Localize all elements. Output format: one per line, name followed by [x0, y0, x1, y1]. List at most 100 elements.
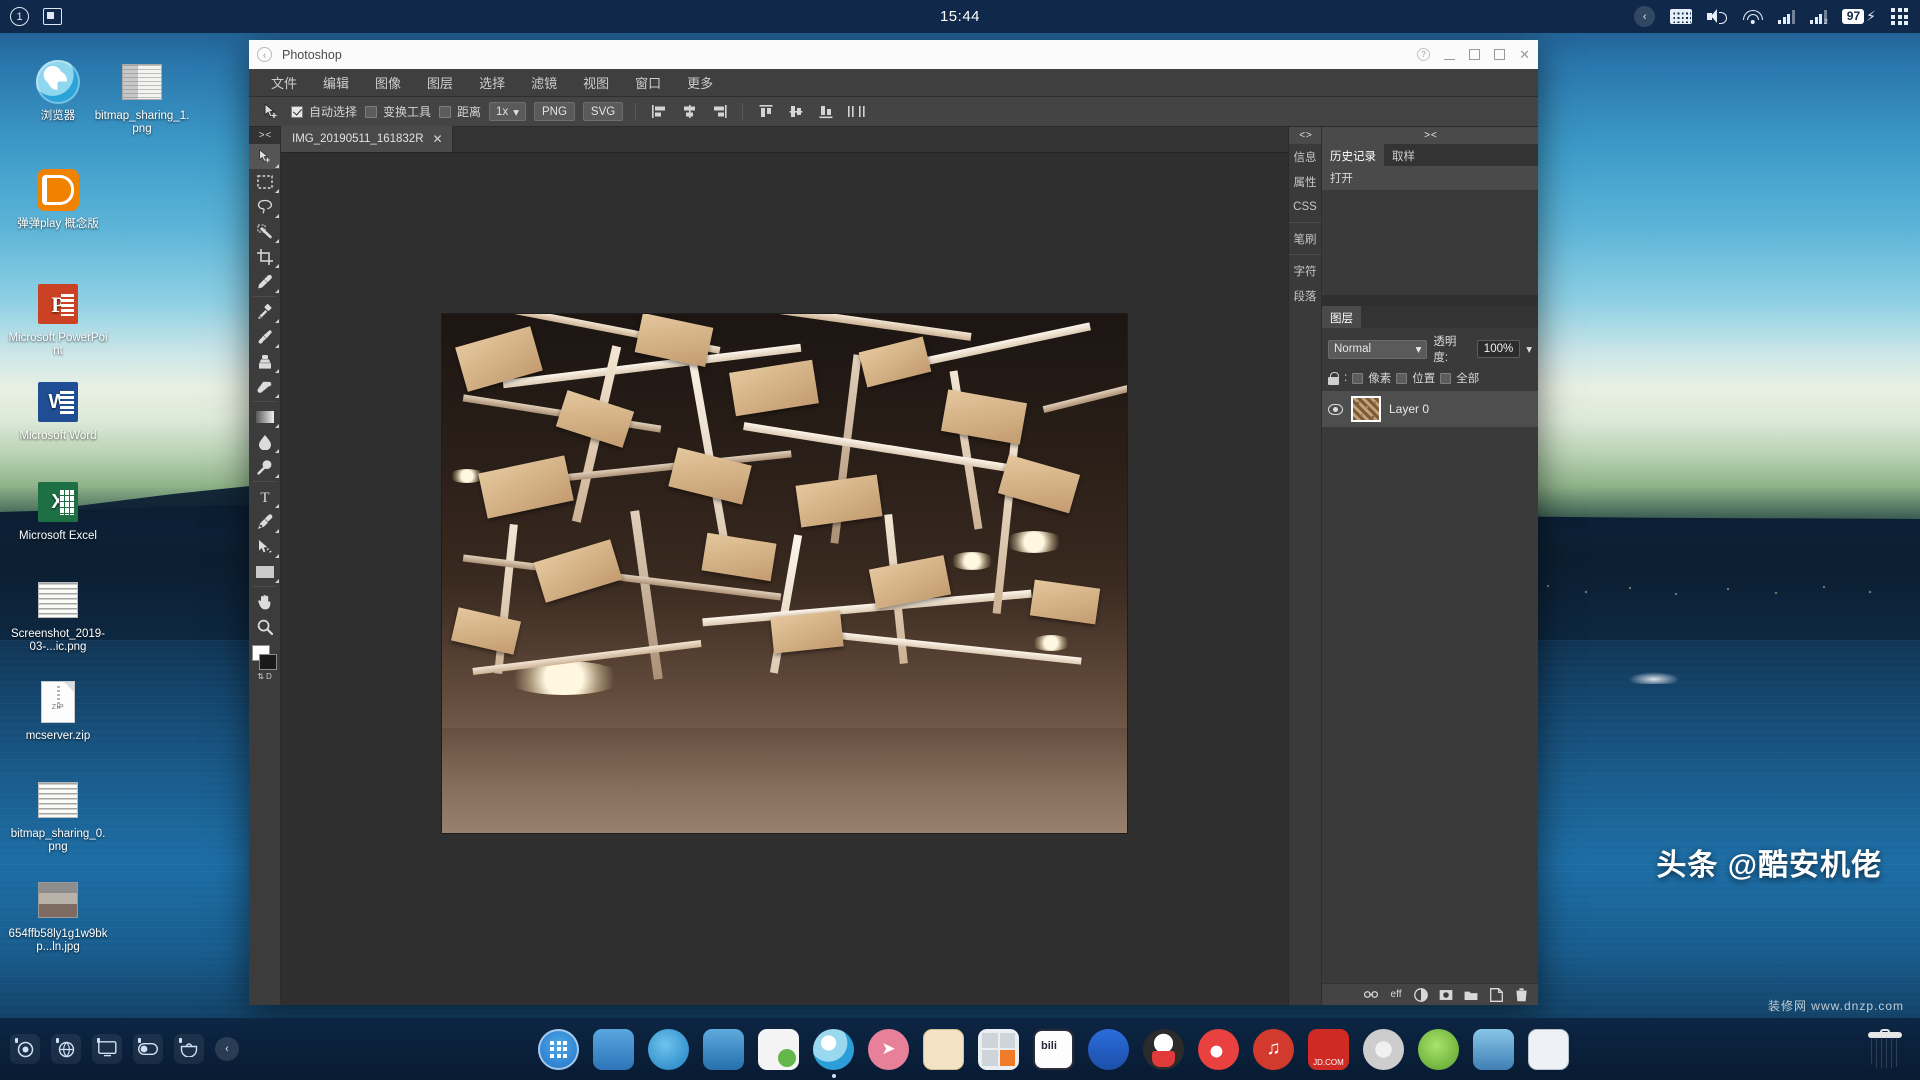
bag-icon[interactable]: [174, 1034, 204, 1064]
auto-select-checkbox[interactable]: [291, 106, 303, 118]
lock-all-checkbox[interactable]: [1440, 373, 1451, 384]
color-swatches[interactable]: [252, 645, 278, 671]
eraser-tool[interactable]: [249, 374, 280, 399]
rectangle-tool[interactable]: [249, 559, 280, 584]
gradient-tool[interactable]: [249, 404, 280, 429]
close-icon[interactable]: ✕: [1519, 47, 1530, 63]
menu-window[interactable]: 窗口: [623, 69, 673, 96]
layer-row[interactable]: Layer 0: [1322, 390, 1538, 428]
lock-position-checkbox[interactable]: [1396, 373, 1407, 384]
maximize-icon[interactable]: [1469, 49, 1480, 60]
brush-tool[interactable]: [249, 324, 280, 349]
trash-icon[interactable]: [1868, 1030, 1902, 1068]
auto-select-option[interactable]: 自动选择: [291, 103, 357, 120]
panel-tab-brush[interactable]: 笔刷: [1289, 226, 1321, 251]
taskbar-collapse-icon[interactable]: ‹: [215, 1037, 239, 1061]
screencast-icon[interactable]: [92, 1034, 122, 1064]
history-item-open[interactable]: 打开: [1322, 166, 1538, 190]
distribute-horizontal-icon[interactable]: [845, 102, 867, 122]
layer-mask-icon[interactable]: [1439, 988, 1453, 1002]
phone-icon[interactable]: [1418, 1029, 1459, 1070]
export-svg-button[interactable]: SVG: [583, 102, 623, 121]
menu-file[interactable]: 文件: [259, 69, 309, 96]
menu-image[interactable]: 图像: [363, 69, 413, 96]
desktop-icon-screenshot[interactable]: Screenshot_2019-03-...ic.png: [8, 578, 108, 654]
back-arrow-icon[interactable]: ‹: [257, 47, 272, 62]
hand-tool[interactable]: [249, 589, 280, 614]
history-panel-collapse-button[interactable]: > <: [1322, 127, 1538, 144]
toggle-icon[interactable]: [133, 1034, 163, 1064]
baidu-icon[interactable]: [1088, 1029, 1129, 1070]
type-tool[interactable]: T: [249, 484, 280, 509]
qq-icon[interactable]: [1143, 1029, 1184, 1070]
desktop-icon-dandanplay[interactable]: 弹弹play 概念版: [8, 168, 108, 231]
wifi-icon[interactable]: [1742, 9, 1763, 24]
restore-icon[interactable]: [1494, 49, 1505, 60]
signal-bars-2-icon[interactable]: 2: [1810, 10, 1827, 24]
desktop-icon-word[interactable]: W Microsoft Word: [8, 380, 108, 443]
document-tab[interactable]: IMG_20190511_161832R ✕: [281, 126, 453, 152]
default-colors-icon[interactable]: D: [266, 672, 272, 681]
anime-icon[interactable]: [1473, 1029, 1514, 1070]
new-layer-icon[interactable]: [1489, 988, 1503, 1002]
menu-select[interactable]: 选择: [467, 69, 517, 96]
export-png-button[interactable]: PNG: [534, 102, 575, 121]
move-tool[interactable]: [249, 144, 280, 169]
wps-office-icon[interactable]: [758, 1029, 799, 1070]
volume-icon[interactable]: [1707, 9, 1727, 24]
align-top-icon[interactable]: [755, 102, 777, 122]
menu-layer[interactable]: 图层: [415, 69, 465, 96]
tab-layers[interactable]: 图层: [1322, 306, 1361, 328]
desktop-icon-mcserver-zip[interactable]: mcserver.zip: [8, 680, 108, 743]
close-icon[interactable]: ✕: [433, 132, 443, 146]
calculator-icon[interactable]: [978, 1029, 1019, 1070]
tab-sampling[interactable]: 取样: [1384, 144, 1423, 166]
desktop-icon-excel[interactable]: X Microsoft Excel: [8, 480, 108, 543]
browser-icon[interactable]: [813, 1029, 854, 1070]
signal-bars-icon[interactable]: [1778, 10, 1795, 24]
desktop-icon-bitmap-sharing-1[interactable]: bitmap_sharing_1.png: [92, 60, 192, 136]
launcher-grid-icon[interactable]: [538, 1029, 579, 1070]
display-icon[interactable]: [703, 1029, 744, 1070]
weibo-icon[interactable]: [1198, 1029, 1239, 1070]
move-tool-icon[interactable]: [257, 101, 283, 123]
tab-history[interactable]: 历史记录: [1322, 144, 1384, 166]
zoom-tool[interactable]: [249, 614, 280, 639]
new-group-icon[interactable]: [1464, 988, 1478, 1002]
minimize-icon[interactable]: [1444, 49, 1455, 60]
panel-tab-character[interactable]: 字符: [1289, 258, 1321, 283]
lock-pixels-checkbox[interactable]: [1352, 373, 1363, 384]
editor-icon[interactable]: [1528, 1029, 1569, 1070]
tools-collapse-button[interactable]: > <: [249, 127, 280, 144]
menu-more[interactable]: 更多: [675, 69, 725, 96]
transform-checkbox[interactable]: [365, 106, 377, 118]
background-color-swatch[interactable]: [259, 654, 277, 670]
settings-icon[interactable]: [1363, 1029, 1404, 1070]
panel-tab-paragraph[interactable]: 段落: [1289, 283, 1321, 308]
blend-mode-select[interactable]: Normal ▾: [1328, 340, 1427, 359]
right-dock-collapse-button[interactable]: < >: [1289, 127, 1321, 144]
magic-wand-tool[interactable]: [249, 219, 280, 244]
bilibili-icon[interactable]: bili: [1033, 1029, 1074, 1070]
swap-colors-icon[interactable]: ⇅: [257, 672, 264, 681]
desktop-icon-powerpoint[interactable]: P Microsoft PowerPoint: [8, 282, 108, 358]
link-layers-icon[interactable]: [1364, 988, 1378, 1002]
layer-thumbnail[interactable]: [1351, 396, 1381, 422]
panel-tab-info[interactable]: 信息: [1289, 144, 1321, 169]
jd-icon[interactable]: JD.COM: [1308, 1029, 1349, 1070]
file-manager-icon[interactable]: [593, 1029, 634, 1070]
distance-checkbox[interactable]: [439, 106, 451, 118]
window-titlebar[interactable]: ‹ Photoshop ? ✕: [249, 40, 1538, 69]
dodge-tool[interactable]: [249, 454, 280, 479]
notes-icon[interactable]: [923, 1029, 964, 1070]
opacity-chevron-down-icon[interactable]: ▾: [1526, 342, 1532, 356]
recorder-icon[interactable]: [10, 1034, 40, 1064]
opacity-value[interactable]: 100%: [1477, 340, 1520, 358]
desktop-icon-photo-jpg[interactable]: 654ffb58ly1g1w9bkp...ln.jpg: [8, 878, 108, 954]
pen-tool[interactable]: [249, 509, 280, 534]
browser-globe-icon[interactable]: [51, 1034, 81, 1064]
menu-filter[interactable]: 滤镜: [519, 69, 569, 96]
spot-healing-brush-tool[interactable]: [249, 299, 280, 324]
layer-effects-icon[interactable]: eff: [1389, 988, 1403, 1002]
zoom-ratio-select[interactable]: 1x ▾: [489, 102, 526, 121]
